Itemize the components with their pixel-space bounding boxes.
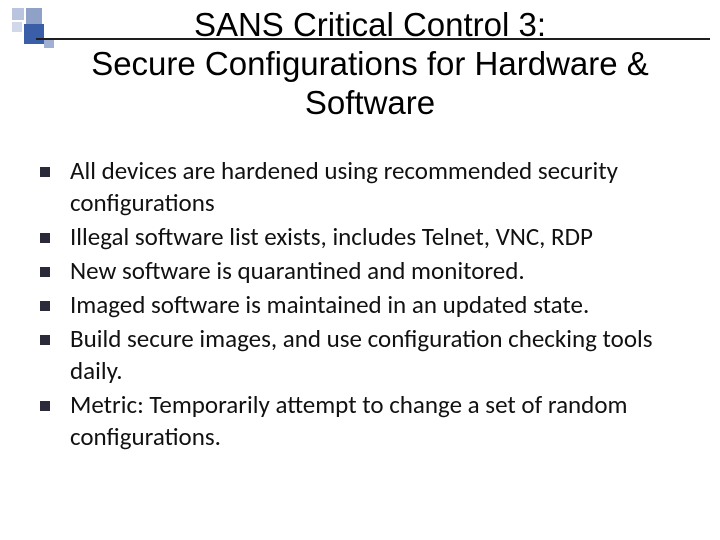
slide: SANS Critical Control 3:Secure Configura… — [0, 0, 720, 540]
list-item-text: Metric: Temporarily attempt to change a … — [70, 389, 690, 453]
deco-square — [12, 8, 24, 20]
list-item: All devices are hardened using recommend… — [40, 155, 690, 219]
list-item: Build secure images, and use configurati… — [40, 323, 690, 387]
list-item: Imaged software is maintained in an upda… — [40, 289, 690, 321]
list-item-text: Build secure images, and use configurati… — [70, 323, 690, 387]
list-item-text: All devices are hardened using recommend… — [70, 155, 690, 219]
list-item-text: Imaged software is maintained in an upda… — [70, 289, 690, 321]
list-item: New software is quarantined and monitore… — [40, 255, 690, 287]
list-item-text: Illegal software list exists, includes T… — [70, 221, 690, 253]
slide-body: All devices are hardened using recommend… — [40, 155, 690, 455]
list-item: Metric: Temporarily attempt to change a … — [40, 389, 690, 453]
list-item: Illegal software list exists, includes T… — [40, 221, 690, 253]
square-bullet-icon — [40, 267, 50, 277]
list-item-text: New software is quarantined and monitore… — [70, 255, 690, 287]
square-bullet-icon — [40, 301, 50, 311]
square-bullet-icon — [40, 167, 50, 177]
square-bullet-icon — [40, 335, 50, 345]
square-bullet-icon — [40, 233, 50, 243]
slide-title: SANS Critical Control 3:Secure Configura… — [40, 6, 700, 123]
square-bullet-icon — [40, 401, 50, 411]
deco-square — [12, 22, 22, 32]
